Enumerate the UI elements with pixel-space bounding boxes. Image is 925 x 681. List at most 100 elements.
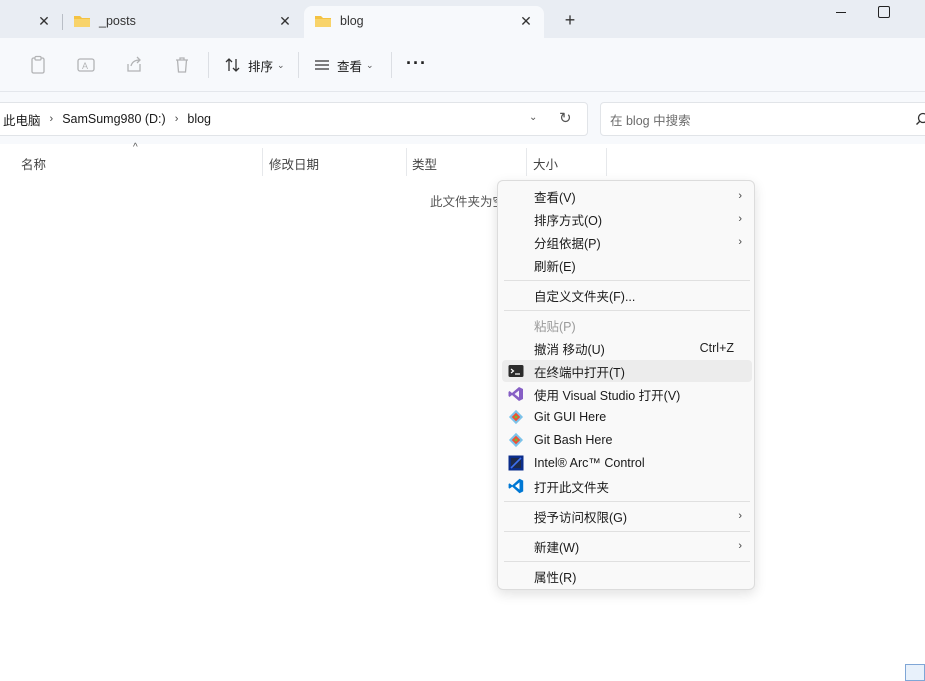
delete-icon[interactable] bbox=[172, 55, 192, 75]
menu-item-group[interactable]: 分组依据(P) › bbox=[502, 231, 752, 253]
svg-text:A: A bbox=[82, 61, 88, 71]
menu-item-paste: 粘贴(P) bbox=[502, 314, 752, 336]
tab-label: blog bbox=[340, 14, 364, 28]
git-gui-icon bbox=[508, 409, 524, 425]
menu-item-label: 分组依据(P) bbox=[534, 236, 601, 251]
toolbar-divider bbox=[208, 52, 209, 78]
menu-item-open-folder-vscode[interactable]: 打开此文件夹 bbox=[502, 475, 752, 497]
tab-posts[interactable]: _posts ✕ bbox=[63, 6, 303, 38]
paste-icon[interactable] bbox=[28, 55, 48, 75]
menu-item-properties[interactable]: 属性(R) bbox=[502, 565, 752, 587]
visual-studio-icon bbox=[508, 387, 523, 401]
close-icon[interactable]: ✕ bbox=[277, 13, 293, 29]
intel-arc-icon bbox=[508, 455, 524, 471]
refresh-icon[interactable]: ↻ bbox=[559, 109, 572, 127]
chevron-down-icon: ⌄ bbox=[366, 59, 374, 70]
menu-item-view[interactable]: 查看(V) › bbox=[502, 185, 752, 207]
rename-icon[interactable]: A bbox=[76, 55, 96, 75]
details-view-toggle[interactable] bbox=[905, 664, 925, 681]
column-divider[interactable] bbox=[406, 148, 407, 176]
menu-item-undo[interactable]: 撤消 移动(U) Ctrl+Z bbox=[502, 337, 752, 359]
column-header-modified[interactable]: 修改日期 bbox=[269, 154, 319, 173]
column-header-size[interactable]: 大小 bbox=[533, 154, 558, 173]
menu-item-label: 打开此文件夹 bbox=[534, 480, 610, 495]
menu-item-label: 撤消 移动(U) bbox=[534, 342, 605, 357]
chevron-right-icon: › bbox=[738, 510, 742, 522]
menu-item-sort[interactable]: 排序方式(O) › bbox=[502, 208, 752, 230]
menu-item-open-visual-studio[interactable]: 使用 Visual Studio 打开(V) bbox=[502, 383, 752, 405]
column-divider[interactable] bbox=[262, 148, 263, 176]
menu-item-label: 粘贴(P) bbox=[534, 319, 576, 334]
view-label: 查看 bbox=[337, 59, 363, 74]
tab-strip: ✕ _posts ✕ blog ✕ + bbox=[0, 0, 925, 38]
search-input[interactable]: 在 blog 中搜索 bbox=[600, 102, 925, 136]
menu-item-label: 自定义文件夹(F)... bbox=[534, 289, 636, 304]
column-header-name[interactable]: 名称 bbox=[21, 154, 46, 173]
chevron-right-icon: › bbox=[738, 540, 742, 552]
new-tab-button[interactable]: + bbox=[560, 10, 580, 30]
command-bar: A 排序 ⌄ 查看 ⌄ ··· bbox=[0, 38, 925, 92]
menu-item-customize[interactable]: 自定义文件夹(F)... bbox=[502, 284, 752, 306]
shortcut-label: Ctrl+Z bbox=[699, 341, 734, 355]
chevron-down-icon: ⌄ bbox=[277, 59, 285, 70]
menu-item-git-gui[interactable]: Git GUI Here bbox=[502, 406, 752, 428]
menu-item-new[interactable]: 新建(W) › bbox=[502, 535, 752, 557]
menu-item-label: Intel® Arc™ Control bbox=[534, 456, 645, 470]
sort-ascending-icon: ^ bbox=[133, 142, 138, 153]
menu-item-label: 新建(W) bbox=[534, 540, 580, 555]
context-menu: 查看(V) › 排序方式(O) › 分组依据(P) › 刷新(E) 自定义文件夹… bbox=[497, 180, 755, 590]
menu-separator bbox=[504, 531, 750, 532]
menu-separator bbox=[504, 310, 750, 311]
folder-icon bbox=[74, 16, 90, 27]
chevron-right-icon[interactable]: › bbox=[50, 113, 54, 125]
vscode-icon bbox=[508, 478, 524, 494]
menu-item-label: Git Bash Here bbox=[534, 433, 613, 447]
menu-item-refresh[interactable]: 刷新(E) bbox=[502, 254, 752, 276]
menu-item-intel-arc[interactable]: Intel® Arc™ Control bbox=[502, 452, 752, 474]
breadcrumb-drive[interactable]: SamSumg980 (D:) bbox=[62, 112, 166, 126]
menu-item-git-bash[interactable]: Git Bash Here bbox=[502, 429, 752, 451]
tab-previous[interactable]: ✕ bbox=[0, 6, 62, 38]
menu-item-label: Git GUI Here bbox=[534, 410, 607, 424]
menu-separator bbox=[504, 561, 750, 562]
chevron-right-icon: › bbox=[738, 190, 742, 202]
maximize-button[interactable] bbox=[878, 6, 890, 18]
tab-blog[interactable]: blog ✕ bbox=[304, 6, 544, 38]
menu-item-label: 在终端中打开(T) bbox=[534, 365, 625, 380]
more-options-icon[interactable]: ··· bbox=[406, 54, 427, 72]
close-icon[interactable]: ✕ bbox=[518, 13, 534, 29]
menu-item-grant-access[interactable]: 授予访问权限(G) › bbox=[502, 505, 752, 527]
navigation-row: 此电脑 › SamSumg980 (D:) › blog ⌄ ↻ 在 blog … bbox=[0, 92, 925, 144]
minimize-button[interactable] bbox=[832, 2, 852, 22]
column-divider[interactable] bbox=[526, 148, 527, 176]
close-icon[interactable]: ✕ bbox=[36, 13, 52, 29]
sort-label: 排序 bbox=[248, 59, 274, 74]
sort-button[interactable]: 排序 ⌄ bbox=[224, 52, 285, 78]
menu-item-label: 查看(V) bbox=[534, 190, 576, 205]
folder-icon bbox=[315, 16, 331, 27]
toolbar-divider bbox=[298, 52, 299, 78]
menu-item-label: 属性(R) bbox=[534, 570, 577, 585]
breadcrumb-this-pc[interactable]: 此电脑 bbox=[3, 110, 41, 129]
empty-folder-message: 此文件夹为空。 bbox=[430, 195, 500, 209]
menu-item-label: 使用 Visual Studio 打开(V) bbox=[534, 388, 681, 403]
file-list-area[interactable]: ^ 名称 修改日期 类型 大小 此文件夹为空。 bbox=[0, 142, 925, 681]
menu-separator bbox=[504, 501, 750, 502]
chevron-right-icon[interactable]: › bbox=[175, 113, 179, 125]
view-button[interactable]: 查看 ⌄ bbox=[313, 52, 374, 78]
menu-item-label: 授予访问权限(G) bbox=[534, 510, 628, 525]
search-icon[interactable] bbox=[915, 112, 925, 126]
address-bar[interactable]: 此电脑 › SamSumg980 (D:) › blog ⌄ ↻ bbox=[0, 102, 588, 136]
menu-separator bbox=[504, 280, 750, 281]
breadcrumb-blog[interactable]: blog bbox=[187, 112, 211, 126]
column-divider[interactable] bbox=[606, 148, 607, 176]
column-header-type[interactable]: 类型 bbox=[412, 154, 437, 173]
chevron-down-icon[interactable]: ⌄ bbox=[529, 112, 537, 123]
menu-item-label: 排序方式(O) bbox=[534, 213, 603, 228]
chevron-right-icon: › bbox=[738, 213, 742, 225]
share-icon[interactable] bbox=[124, 55, 144, 75]
menu-item-open-terminal[interactable]: 在终端中打开(T) bbox=[502, 360, 752, 382]
view-list-icon bbox=[315, 60, 329, 70]
tab-label: _posts bbox=[99, 14, 136, 28]
terminal-icon bbox=[508, 365, 524, 377]
